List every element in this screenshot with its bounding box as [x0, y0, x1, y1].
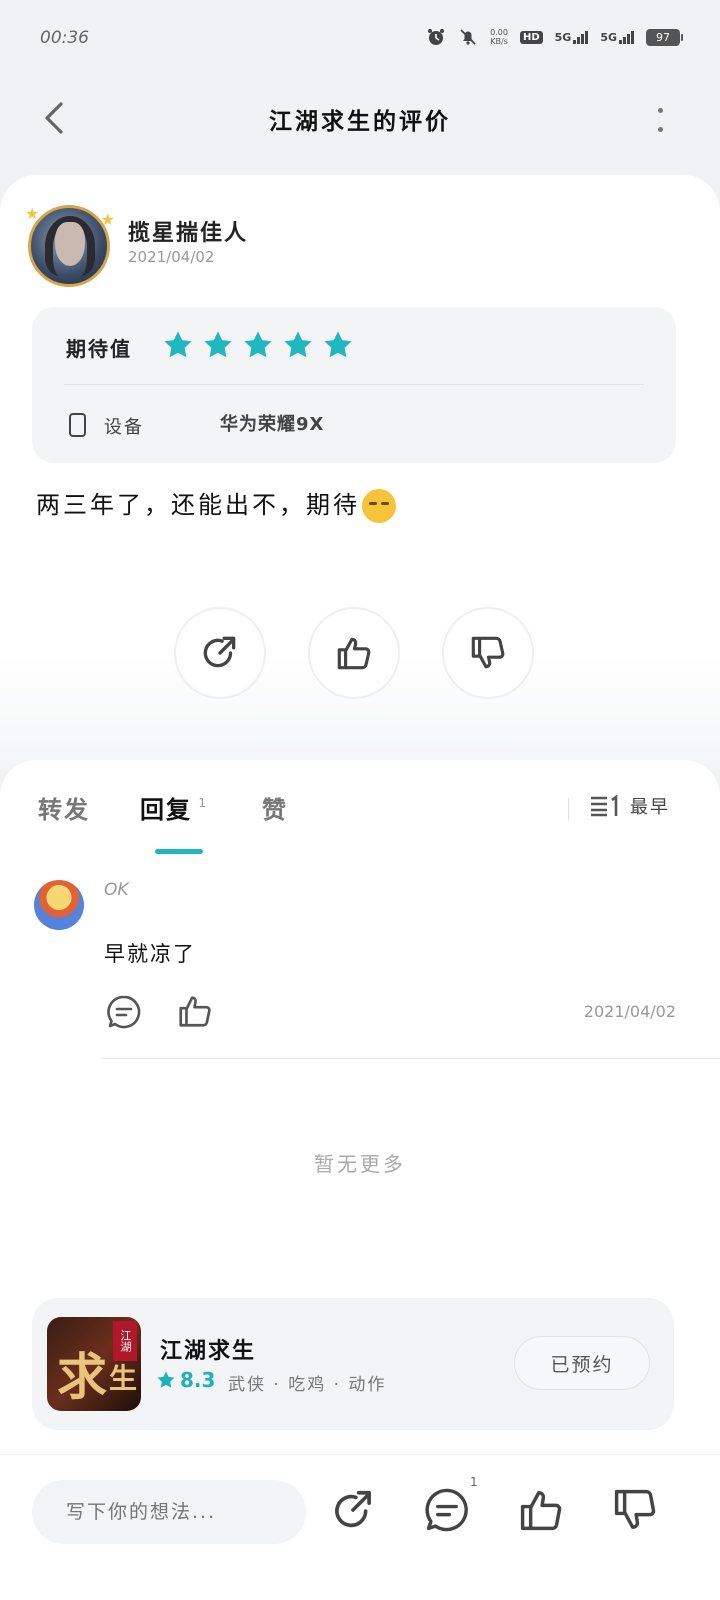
- sort-button[interactable]: 最早: [590, 793, 670, 819]
- page-title: 江湖求生的评价: [269, 109, 451, 135]
- game-icon[interactable]: 求 生 江湖: [47, 1317, 141, 1411]
- hd-badge: HD: [519, 30, 543, 44]
- review-text: 两三年了，还能出不，期待: [36, 485, 396, 523]
- expect-label: 期待值: [66, 337, 132, 361]
- game-name: 江湖求生: [160, 1339, 257, 1364]
- star-decoration-icon: ★: [100, 210, 115, 229]
- divider: [64, 384, 644, 385]
- comment-icon[interactable]: [106, 994, 142, 1030]
- divider: [568, 798, 569, 820]
- star-icon: [204, 331, 232, 358]
- status-bar: 00:36 0.00 KB/s HD 5G 5G 97: [0, 0, 720, 80]
- star-decoration-icon: ★: [25, 204, 40, 223]
- device-value: 华为荣耀9X: [220, 414, 325, 435]
- tab-reply-label: 回复: [140, 796, 192, 824]
- comment-count: 1: [470, 1475, 478, 1489]
- share-icon[interactable]: [330, 1487, 376, 1533]
- status-icons: 0.00 KB/s HD 5G 5G 97: [426, 27, 683, 47]
- more-dot-icon: [657, 127, 663, 132]
- star-icon: [157, 1371, 175, 1388]
- star-icon: [244, 331, 272, 358]
- device-label: 设备: [104, 417, 144, 438]
- game-rating: 8.3: [156, 1368, 215, 1392]
- thumbs-up-icon[interactable]: [176, 992, 214, 1030]
- comment-input[interactable]: [32, 1480, 306, 1544]
- reply-user-name[interactable]: OK: [104, 880, 129, 900]
- comment-icon[interactable]: [424, 1487, 470, 1533]
- tab-like[interactable]: 赞: [262, 790, 288, 825]
- reserved-button[interactable]: 已预约: [514, 1336, 650, 1390]
- rating-info-box: 期待值 设备 华为荣耀9X: [32, 307, 676, 463]
- reply-text: 早就凉了: [104, 942, 196, 966]
- pensive-face-emoji-icon: [362, 489, 396, 523]
- signal-5g-2: 5G: [600, 30, 634, 44]
- thumbs-down-icon[interactable]: [612, 1487, 658, 1533]
- reply-date: 2021/04/02: [583, 1002, 676, 1021]
- tab-forward[interactable]: 转发: [38, 790, 90, 825]
- battery-icon: 97: [646, 28, 683, 46]
- thumbs-up-icon: [337, 637, 371, 670]
- sort-label: 最早: [630, 797, 670, 818]
- share-button[interactable]: [174, 607, 266, 699]
- game-card[interactable]: 求 生 江湖 江湖求生 8.3 武侠 · 吃鸡 · 动作 已预约: [32, 1298, 674, 1430]
- tab-reply[interactable]: 回复 1: [140, 790, 206, 825]
- reply-avatar[interactable]: [34, 880, 84, 930]
- phone-icon: [69, 413, 86, 437]
- user-name[interactable]: 揽星揣佳人: [128, 215, 248, 247]
- star-icon: [164, 331, 192, 358]
- status-time: 00:36: [40, 28, 89, 48]
- more-dot-icon: [657, 108, 663, 113]
- divider: [102, 1058, 720, 1059]
- sort-icon: [591, 795, 618, 817]
- review-actions: [174, 607, 534, 699]
- signal-5g-1: 5G: [555, 30, 589, 44]
- active-tab-indicator: [155, 849, 203, 854]
- alarm-icon: [426, 27, 446, 47]
- tab-bar: 转发 回复 1 赞: [38, 790, 338, 825]
- game-tags: 武侠 · 吃鸡 · 动作: [228, 1375, 387, 1395]
- more-options-button[interactable]: [652, 102, 668, 138]
- bottom-bar: 1: [0, 1454, 720, 1600]
- header: 江湖求生的评价: [0, 80, 720, 160]
- thumbs-down-icon: [471, 636, 505, 669]
- review-card: ★ ★ 揽星揣佳人 2021/04/02 期待值 设备 华为荣耀9X 两三年了，…: [0, 175, 720, 775]
- rating-stars: [162, 329, 354, 361]
- list-end-text: 暂无更多: [314, 1152, 406, 1176]
- thumbs-up-icon[interactable]: [518, 1487, 564, 1533]
- user-avatar[interactable]: ★ ★: [25, 204, 115, 287]
- dislike-button[interactable]: [442, 607, 534, 699]
- like-button[interactable]: [308, 607, 400, 699]
- share-icon: [203, 636, 236, 668]
- mute-bell-icon: [458, 27, 478, 47]
- network-speed: 0.00 KB/s: [490, 28, 508, 46]
- star-icon: [324, 331, 352, 358]
- review-date: 2021/04/02: [128, 248, 215, 266]
- reply-count: 1: [198, 796, 208, 810]
- star-icon: [284, 331, 312, 358]
